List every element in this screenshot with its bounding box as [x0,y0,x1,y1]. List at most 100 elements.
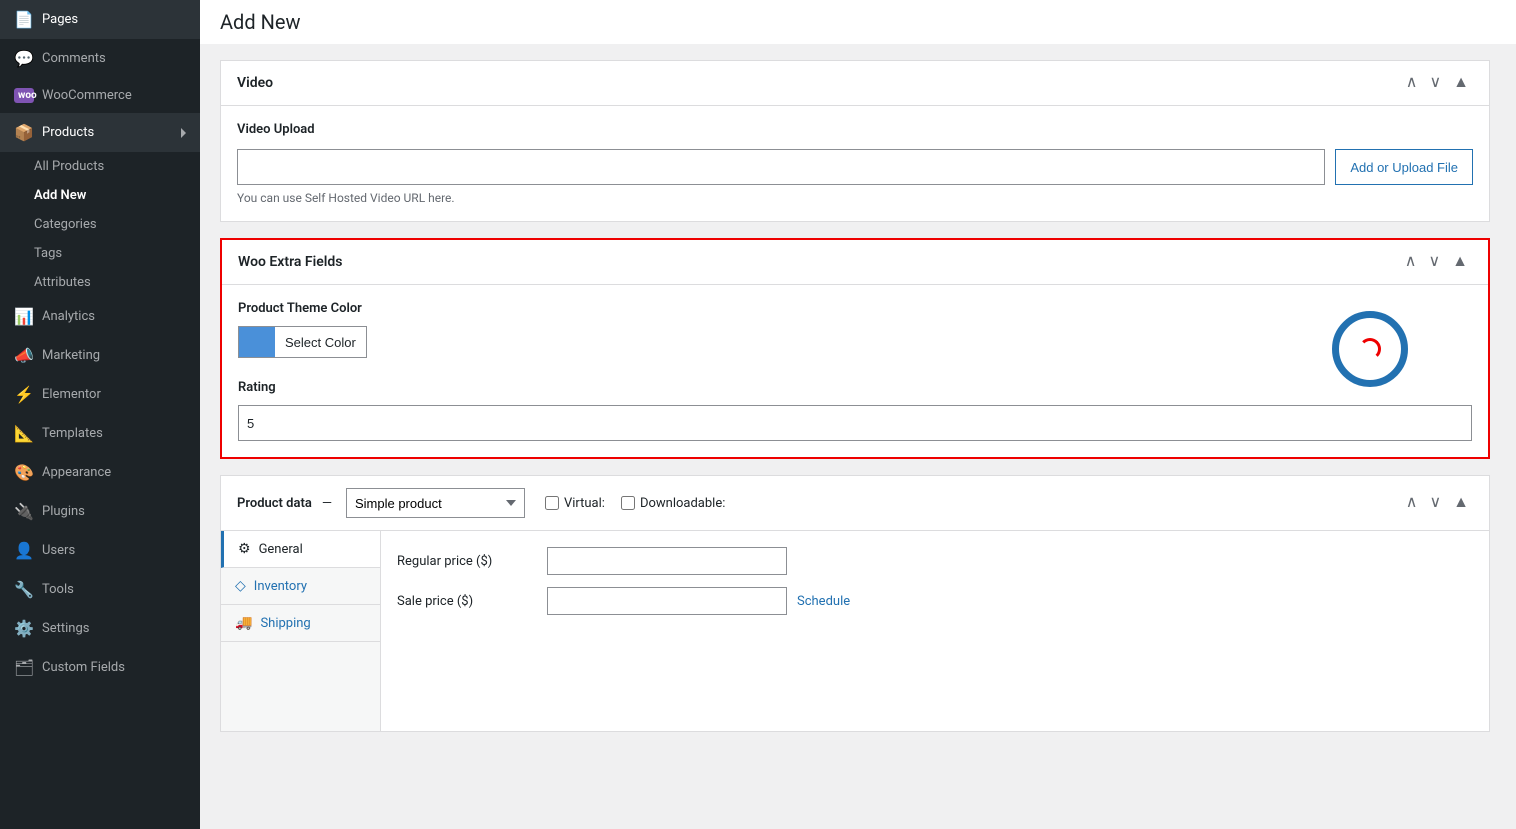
sidebar-item-elementor[interactable]: ⚡ Elementor [0,375,200,414]
virtual-label[interactable]: Virtual: [545,496,605,511]
loading-spinner-overlay [1332,311,1408,387]
select-color-button[interactable]: Select Color [238,326,367,358]
select-color-label: Select Color [275,335,366,350]
sidebar: 📄 Pages 💬 Comments woo WooCommerce 📦 Pro… [0,0,200,829]
sidebar-item-pages[interactable]: 📄 Pages [0,0,200,39]
sidebar-item-plugins[interactable]: 🔌 Plugins [0,492,200,531]
color-swatch [239,326,275,358]
analytics-label: Analytics [42,309,95,324]
video-section-title: Video [237,75,1402,91]
regular-price-label: Regular price ($) [397,554,537,569]
woo-extra-fields-card: Woo Extra Fields ∧ ∨ ▲ Product Theme Col… [220,238,1490,459]
rating-field: Rating [238,380,1472,441]
product-data-tabs: ⚙ General ◇ Inventory 🚚 Shipping [221,531,381,731]
video-section-down-btn[interactable]: ∨ [1425,73,1445,93]
product-data-content: Regular price ($) Sale price ($) Schedul… [381,531,1489,731]
templates-label: Templates [42,426,103,441]
product-data-header: Product data — Simple product Variable p… [221,476,1489,531]
comments-icon: 💬 [14,49,34,68]
woo-extra-fields-controls: ∧ ∨ ▲ [1401,252,1472,272]
product-data-layout: ⚙ General ◇ Inventory 🚚 Shipping R [221,531,1489,731]
sidebar-subitem-add-new[interactable]: Add New [0,181,200,210]
sidebar-subitem-categories[interactable]: Categories [0,210,200,239]
shipping-label: Shipping [260,616,310,631]
custom-fields-icon: 🗂 [14,658,34,677]
regular-price-input[interactable] [547,547,787,575]
tab-inventory[interactable]: ◇ Inventory [221,568,380,605]
marketing-icon: 📣 [14,346,34,365]
sidebar-item-products-label: Products [42,125,94,140]
product-theme-color-field: Product Theme Color Select Color [238,301,1472,362]
sidebar-item-comments-label: Comments [42,51,106,66]
sale-price-label: Sale price ($) [397,594,537,609]
main-content: Add New Video ∧ ∨ ▲ Video Upload Add or … [200,0,1516,829]
page-top-bar: Add New [200,0,1516,44]
video-url-input[interactable] [237,149,1325,185]
regular-price-row: Regular price ($) [397,547,1473,575]
video-section-up-btn[interactable]: ∧ [1402,73,1422,93]
inventory-icon: ◇ [235,578,246,594]
upload-file-button[interactable]: Add or Upload File [1335,149,1473,185]
all-products-label: All Products [34,159,104,174]
custom-fields-label: Custom Fields [42,660,125,675]
sidebar-item-products[interactable]: 📦 Products [0,113,200,152]
woocommerce-icon: woo [14,88,34,103]
elementor-icon: ⚡ [14,385,34,404]
sidebar-item-comments[interactable]: 💬 Comments [0,39,200,78]
appearance-label: Appearance [42,465,111,480]
product-data-collapse-btn[interactable]: ▲ [1449,493,1473,513]
video-upload-row: Add or Upload File [237,149,1473,185]
video-section-card: Video ∧ ∨ ▲ Video Upload Add or Upload F… [220,60,1490,222]
product-type-select[interactable]: Simple product Variable product Grouped … [346,488,525,518]
woo-extra-fields-body: Product Theme Color Select Color Rating [222,285,1488,457]
sidebar-item-marketing[interactable]: 📣 Marketing [0,336,200,375]
sidebar-item-appearance[interactable]: 🎨 Appearance [0,453,200,492]
tools-label: Tools [42,582,74,597]
inventory-label: Inventory [254,579,307,594]
rating-label: Rating [238,380,1472,395]
video-section-collapse-btn[interactable]: ▲ [1449,73,1473,93]
sidebar-item-custom-fields[interactable]: 🗂 Custom Fields [0,648,200,687]
sidebar-subitem-attributes[interactable]: Attributes [0,268,200,297]
categories-label: Categories [34,217,97,232]
rating-input[interactable] [238,405,1472,441]
tags-label: Tags [34,246,62,261]
product-data-label: Product data [237,496,312,511]
page-title: Add New [220,10,300,34]
sidebar-item-settings[interactable]: ⚙️ Settings [0,609,200,648]
downloadable-checkbox[interactable] [621,496,635,510]
sidebar-subitem-tags[interactable]: Tags [0,239,200,268]
shipping-icon: 🚚 [235,615,252,631]
product-data-up-btn[interactable]: ∧ [1402,493,1422,513]
main-inner: Video ∧ ∨ ▲ Video Upload Add or Upload F… [200,60,1510,768]
products-icon: 📦 [14,123,34,142]
sidebar-item-users[interactable]: 👤 Users [0,531,200,570]
sidebar-item-templates[interactable]: 📐 Templates [0,414,200,453]
virtual-downloadable-row: Virtual: Downloadable: [545,496,725,511]
sidebar-item-analytics[interactable]: 📊 Analytics [0,297,200,336]
analytics-icon: 📊 [14,307,34,326]
virtual-checkbox[interactable] [545,496,559,510]
tab-general[interactable]: ⚙ General [221,531,380,568]
plugins-icon: 🔌 [14,502,34,521]
schedule-link[interactable]: Schedule [797,594,850,609]
sidebar-subitem-all-products[interactable]: All Products [0,152,200,181]
downloadable-label[interactable]: Downloadable: [621,496,725,511]
product-data-down-btn[interactable]: ∨ [1425,493,1445,513]
tools-icon: 🔧 [14,580,34,599]
settings-icon: ⚙️ [14,619,34,638]
sidebar-item-tools[interactable]: 🔧 Tools [0,570,200,609]
templates-icon: 📐 [14,424,34,443]
tab-shipping[interactable]: 🚚 Shipping [221,605,380,642]
sidebar-item-pages-label: Pages [42,12,78,27]
woo-section-down-btn[interactable]: ∨ [1424,252,1444,272]
product-data-separator: — [322,496,332,511]
sale-price-input[interactable] [547,587,787,615]
video-upload-label: Video Upload [237,122,1473,137]
products-expand-arrow [181,128,186,138]
video-section-body: Video Upload Add or Upload File You can … [221,106,1489,221]
woo-section-collapse-btn[interactable]: ▲ [1448,252,1472,272]
sidebar-item-woocommerce[interactable]: woo WooCommerce [0,78,200,113]
add-new-label: Add New [34,188,86,203]
woo-section-up-btn[interactable]: ∧ [1401,252,1421,272]
